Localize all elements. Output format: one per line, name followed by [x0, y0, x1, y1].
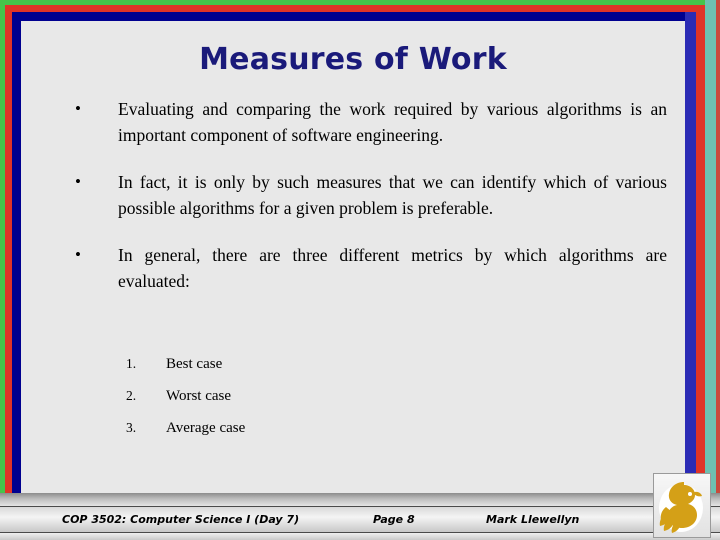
frame-stripe-left-red	[5, 5, 12, 493]
numbered-item: 2. Worst case	[21, 385, 685, 417]
numbered-marker: 3.	[126, 420, 137, 435]
presentation-slide: Measures of Work • Evaluating and compar…	[0, 0, 720, 540]
bullet-text: In general, there are three different me…	[118, 245, 667, 291]
bullet-text: Evaluating and comparing the work requir…	[118, 99, 667, 145]
numbered-text: Best case	[166, 356, 223, 372]
numbered-text: Worst case	[166, 388, 232, 404]
frame-stripe-left-navy	[12, 12, 21, 493]
bullet-list: • Evaluating and comparing the work requ…	[21, 96, 685, 315]
frame-stripe-top-navy	[0, 12, 720, 21]
numbered-marker: 1.	[126, 356, 137, 371]
footer-page-number: Page 8	[373, 513, 415, 526]
bullet-text: In fact, it is only by such measures tha…	[118, 172, 667, 218]
frame-stripe-right-red	[696, 5, 705, 493]
slide-content-area: Measures of Work • Evaluating and compar…	[21, 21, 685, 486]
numbered-item: 1. Best case	[21, 353, 685, 385]
footer-band-top	[0, 493, 720, 506]
bullet-item: • Evaluating and comparing the work requ…	[21, 96, 685, 148]
numbered-text: Average case	[166, 420, 246, 436]
slide-footer: COP 3502: Computer Science I (Day 7) Pag…	[0, 493, 720, 540]
slide-title: Measures of Work	[199, 42, 507, 77]
bullet-marker-icon: •	[75, 245, 81, 264]
numbered-marker: 2.	[126, 388, 137, 403]
frame-stripe-right-blue	[685, 12, 696, 493]
footer-author-label: Mark Llewellyn	[486, 513, 580, 526]
numbered-item: 3. Average case	[21, 417, 685, 449]
bullet-item: • In general, there are three different …	[21, 242, 685, 294]
bullet-marker-icon: •	[75, 99, 81, 118]
bullet-item: • In fact, it is only by such measures t…	[21, 169, 685, 221]
pegasus-icon	[659, 482, 703, 533]
footer-course-label: COP 3502: Computer Science I (Day 7)	[62, 513, 300, 526]
bullet-marker-icon: •	[75, 172, 81, 191]
frame-stripe-top-red	[0, 5, 720, 12]
numbered-list: 1. Best case 2. Worst case 3. Average ca…	[21, 353, 685, 449]
frame-stripe-right-edge	[716, 0, 720, 493]
footer-band-bottom	[0, 533, 720, 540]
ucf-pegasus-logo	[653, 473, 711, 538]
